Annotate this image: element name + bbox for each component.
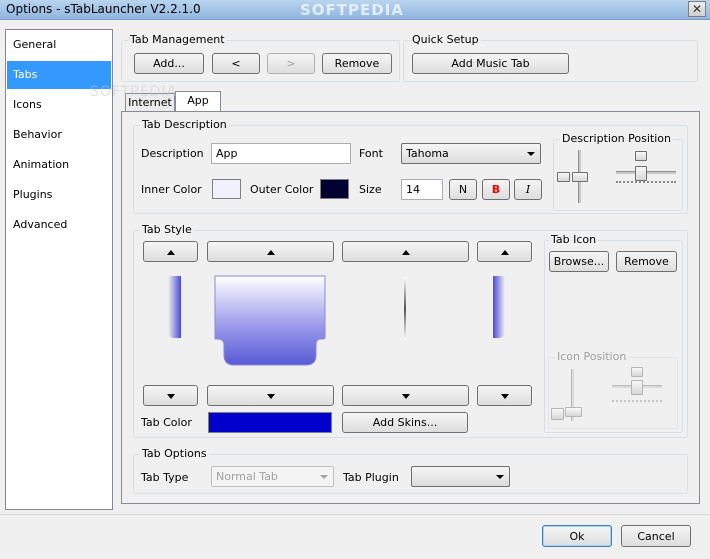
tab-color-swatch[interactable] xyxy=(208,412,332,433)
remove-icon-button[interactable]: Remove xyxy=(616,251,677,272)
ok-button[interactable]: Ok xyxy=(542,525,612,547)
move-tab-left-button[interactable]: < xyxy=(212,53,260,74)
normal-style-button[interactable]: N xyxy=(449,179,477,200)
desc-horizontal-slider-thumb[interactable] xyxy=(635,166,647,181)
icon-small-thumb[interactable] xyxy=(551,408,564,420)
icon-horizontal-slider-thumb[interactable] xyxy=(631,380,643,395)
left-cap-preview xyxy=(168,276,181,338)
right-cap-up-button[interactable] xyxy=(477,241,532,262)
tab-body-preview xyxy=(214,275,326,366)
arrow-down-icon xyxy=(166,393,175,399)
desc-small-thumb[interactable] xyxy=(557,172,570,182)
title-bar: Options - sTabLauncher V2.2.1.0 SOFTPEDI… xyxy=(0,0,710,20)
cancel-button[interactable]: Cancel xyxy=(621,525,691,547)
sidebar-item-animation[interactable]: Animation xyxy=(7,151,111,179)
desc-top-thumb[interactable] xyxy=(635,151,647,161)
tab-style-title: Tab Style xyxy=(140,223,194,236)
footer-divider xyxy=(0,514,710,515)
inner-color-swatch[interactable] xyxy=(212,179,241,199)
outer-color-swatch[interactable] xyxy=(320,179,349,199)
left-cap-up-button[interactable] xyxy=(143,241,198,262)
body-down-button[interactable] xyxy=(207,385,334,406)
icon-position-title: Icon Position xyxy=(555,350,629,363)
separator-up-button[interactable] xyxy=(342,241,469,262)
watermark: SOFTPEDIA xyxy=(300,1,404,19)
right-cap-preview xyxy=(493,276,505,338)
arrow-up-icon xyxy=(166,249,175,255)
quick-setup-title: Quick Setup xyxy=(410,33,481,46)
body-up-button[interactable] xyxy=(207,241,334,262)
font-select[interactable]: Tahoma xyxy=(401,143,541,164)
tab-icon-title: Tab Icon xyxy=(549,233,599,246)
icon-position-group: Icon Position xyxy=(548,350,678,429)
font-select-value: Tahoma xyxy=(406,147,449,160)
font-label: Font xyxy=(359,147,383,160)
window-title: Options - sTabLauncher V2.2.1.0 xyxy=(6,2,201,16)
tab-management-title: Tab Management xyxy=(128,33,227,46)
tab-type-value: Normal Tab xyxy=(216,470,278,483)
watermark-faint: SOFTPEDIA xyxy=(90,84,178,100)
description-position-title: Description Position xyxy=(560,132,673,145)
sidebar-item-general[interactable]: General xyxy=(7,31,111,59)
arrow-down-icon xyxy=(500,393,509,399)
size-input[interactable]: 14 xyxy=(401,179,443,200)
add-tab-button[interactable]: Add... xyxy=(134,53,204,74)
options-sidebar: General Tabs Icons Behavior Animation Pl… xyxy=(5,29,113,510)
right-cap-down-button[interactable] xyxy=(477,385,532,406)
icon-horizontal-ticks xyxy=(612,400,662,404)
bold-style-button[interactable]: B xyxy=(482,179,510,200)
move-tab-right-button[interactable]: > xyxy=(267,53,315,74)
tab-plugin-select[interactable] xyxy=(411,466,510,487)
tab-options-title: Tab Options xyxy=(140,447,209,460)
remove-tab-button[interactable]: Remove xyxy=(322,53,392,74)
tab-app[interactable]: App xyxy=(175,91,221,113)
separator-preview xyxy=(404,277,406,340)
close-icon[interactable]: ✕ xyxy=(688,1,706,17)
add-skins-button[interactable]: Add Skins... xyxy=(342,412,468,433)
desc-vertical-slider-thumb[interactable] xyxy=(572,172,588,182)
tab-description-title: Tab Description xyxy=(140,118,229,131)
arrow-up-icon xyxy=(500,249,509,255)
icon-vertical-slider-thumb[interactable] xyxy=(565,407,582,417)
icon-top-thumb[interactable] xyxy=(631,367,643,377)
left-cap-down-button[interactable] xyxy=(143,385,198,406)
arrow-down-icon xyxy=(266,393,275,399)
browse-icon-button[interactable]: Browse... xyxy=(549,251,609,272)
chevron-down-icon xyxy=(527,152,535,156)
arrow-up-icon xyxy=(401,249,410,255)
tab-plugin-label: Tab Plugin xyxy=(343,471,399,484)
description-input[interactable]: App xyxy=(211,143,351,164)
size-label: Size xyxy=(359,183,382,196)
tab-type-select[interactable]: Normal Tab xyxy=(211,466,334,487)
outer-color-label: Outer Color xyxy=(250,183,314,196)
separator-down-button[interactable] xyxy=(342,385,469,406)
sidebar-item-behavior[interactable]: Behavior xyxy=(7,121,111,149)
arrow-up-icon xyxy=(266,249,275,255)
chevron-down-icon xyxy=(496,475,504,479)
italic-style-button[interactable]: I xyxy=(514,179,542,200)
sidebar-item-plugins[interactable]: Plugins xyxy=(7,181,111,209)
arrow-down-icon xyxy=(401,393,410,399)
tab-color-label: Tab Color xyxy=(141,416,192,429)
desc-horizontal-ticks xyxy=(616,181,676,185)
tab-type-label: Tab Type xyxy=(141,471,189,484)
description-label: Description xyxy=(141,147,204,160)
chevron-down-icon xyxy=(320,475,328,479)
inner-color-label: Inner Color xyxy=(141,183,202,196)
sidebar-item-advanced[interactable]: Advanced xyxy=(7,211,111,239)
add-music-tab-button[interactable]: Add Music Tab xyxy=(412,53,569,74)
